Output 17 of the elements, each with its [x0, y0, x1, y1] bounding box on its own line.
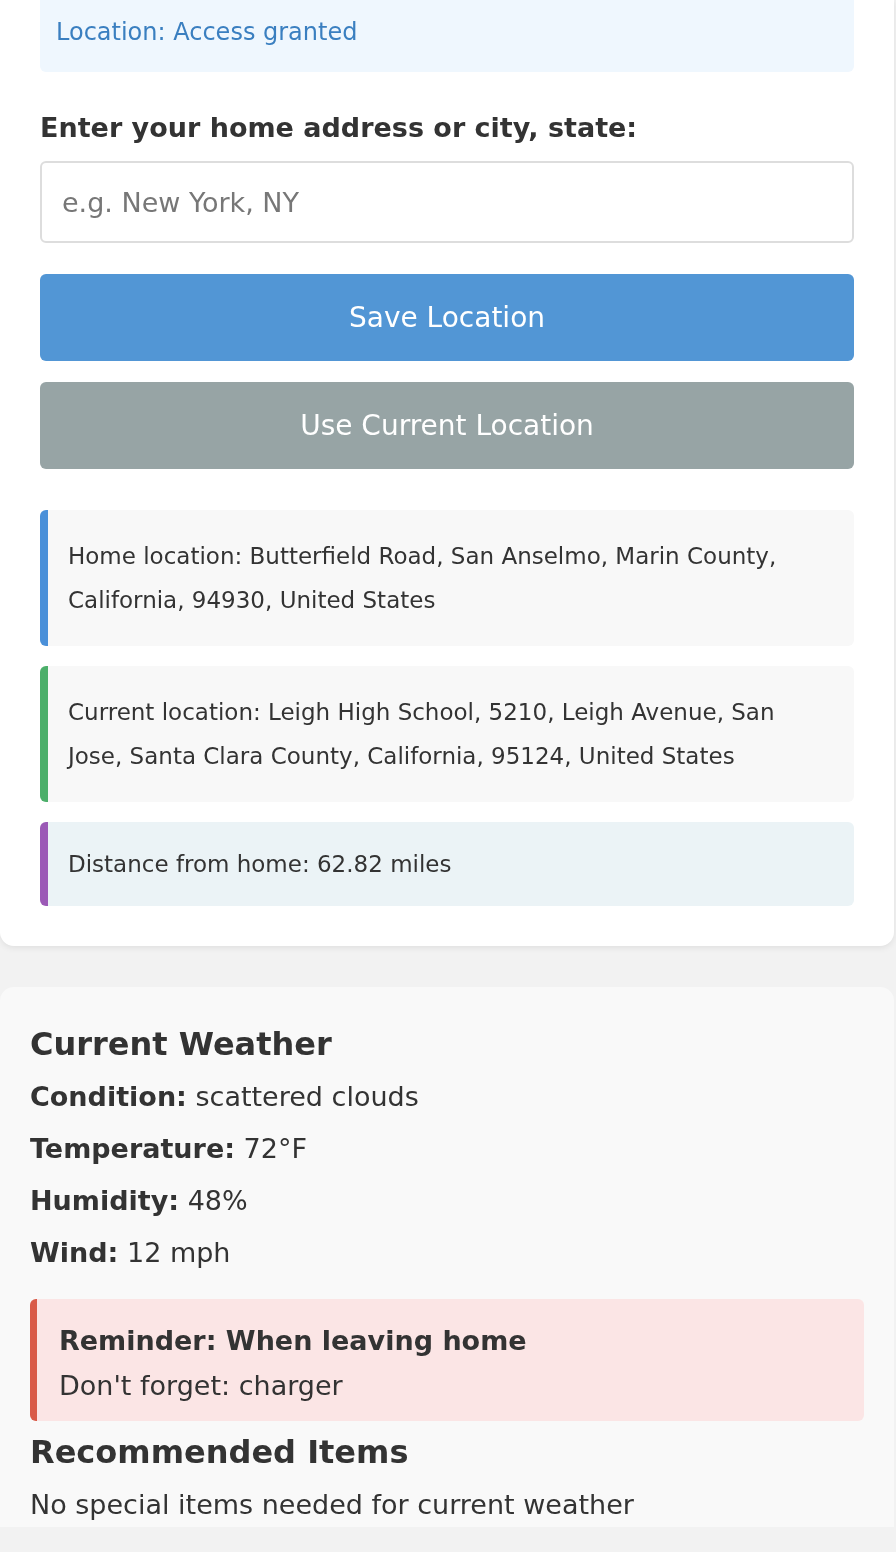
address-label: Enter your home address or city, state:: [40, 112, 639, 143]
weather-detail: Humidity: 48%: [30, 1184, 249, 1218]
save-location-button[interactable]: Save Location: [40, 274, 854, 361]
weather-title: Current Weather: [30, 1025, 333, 1063]
reminder-text: Don't forget: charger: [59, 1370, 344, 1401]
location-info: Home location: Butterfield Road, San Anselmo, Marin County, California, 94930, United States: [40, 510, 854, 646]
recommended-text: No special items needed for current weather: [30, 1489, 635, 1520]
weather-detail: Wind: 12 mph: [30, 1236, 232, 1270]
reminder-title: Reminder: When leaving home: [59, 1325, 528, 1356]
status-message: Location: Access granted: [40, 0, 854, 72]
weather-detail: Condition: scattered clouds: [30, 1080, 420, 1114]
recommended-title: Recommended Items: [30, 1433, 410, 1471]
weather-detail: Temperature: 72°F: [30, 1132, 308, 1166]
address-input[interactable]: e.g. New York, NY: [40, 161, 854, 243]
location-info: Distance from home: 62.82 miles: [40, 822, 854, 906]
current-location-button[interactable]: Use Current Location: [40, 382, 854, 469]
location-info: Current location: Leigh High School, 5210, Leigh Avenue, San Jose, Santa Clara County, California, 95124, United States: [40, 666, 854, 802]
